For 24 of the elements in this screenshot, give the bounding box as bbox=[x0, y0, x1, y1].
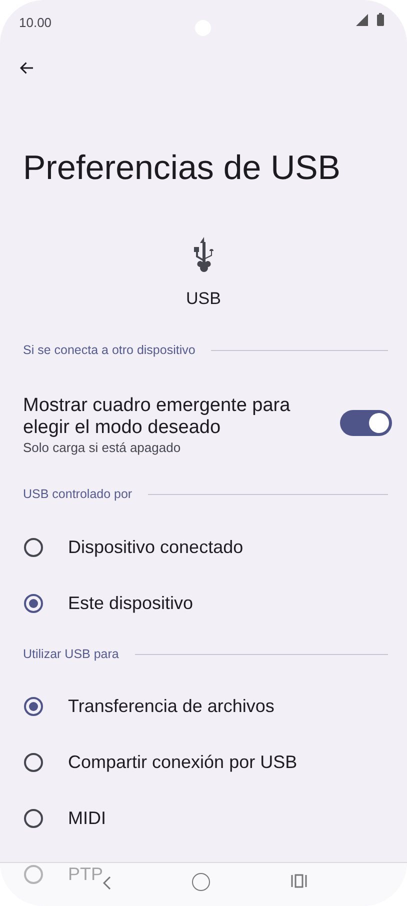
radio-label[interactable]: Dispositivo conectado bbox=[68, 534, 244, 560]
setting-title: Mostrar cuadro emergente para elegir el modo deseado bbox=[23, 395, 292, 439]
radio-button[interactable] bbox=[24, 594, 43, 612]
page-title: Preferencias de USB bbox=[22, 148, 342, 189]
home-button[interactable] bbox=[192, 873, 210, 891]
radio-label[interactable]: Transferencia de archivos bbox=[68, 692, 274, 720]
signal-icon bbox=[356, 14, 368, 26]
battery-icon bbox=[377, 13, 384, 26]
toggle-switch[interactable] bbox=[340, 410, 392, 436]
radio-label[interactable]: Compartir conexión por USB bbox=[68, 748, 298, 776]
section-header: Si se conecta a otro dispositivo bbox=[23, 342, 196, 359]
radio-label[interactable]: Este dispositivo bbox=[68, 590, 194, 616]
radio-button[interactable] bbox=[24, 864, 43, 884]
setting-subtitle: Solo carga si está apagado bbox=[23, 439, 182, 457]
section-header: Utilizar USB para bbox=[23, 646, 119, 663]
status-time: 10.00 bbox=[19, 15, 52, 30]
usb-label: USB bbox=[186, 288, 221, 310]
radio-label[interactable]: MIDI bbox=[68, 804, 106, 832]
recents-button[interactable] bbox=[291, 873, 307, 889]
radio-button[interactable] bbox=[24, 538, 43, 556]
radio-button[interactable] bbox=[24, 808, 43, 828]
radio-button[interactable] bbox=[24, 752, 43, 772]
radio-button[interactable] bbox=[24, 696, 43, 716]
section-header: USB controlado por bbox=[23, 486, 132, 503]
